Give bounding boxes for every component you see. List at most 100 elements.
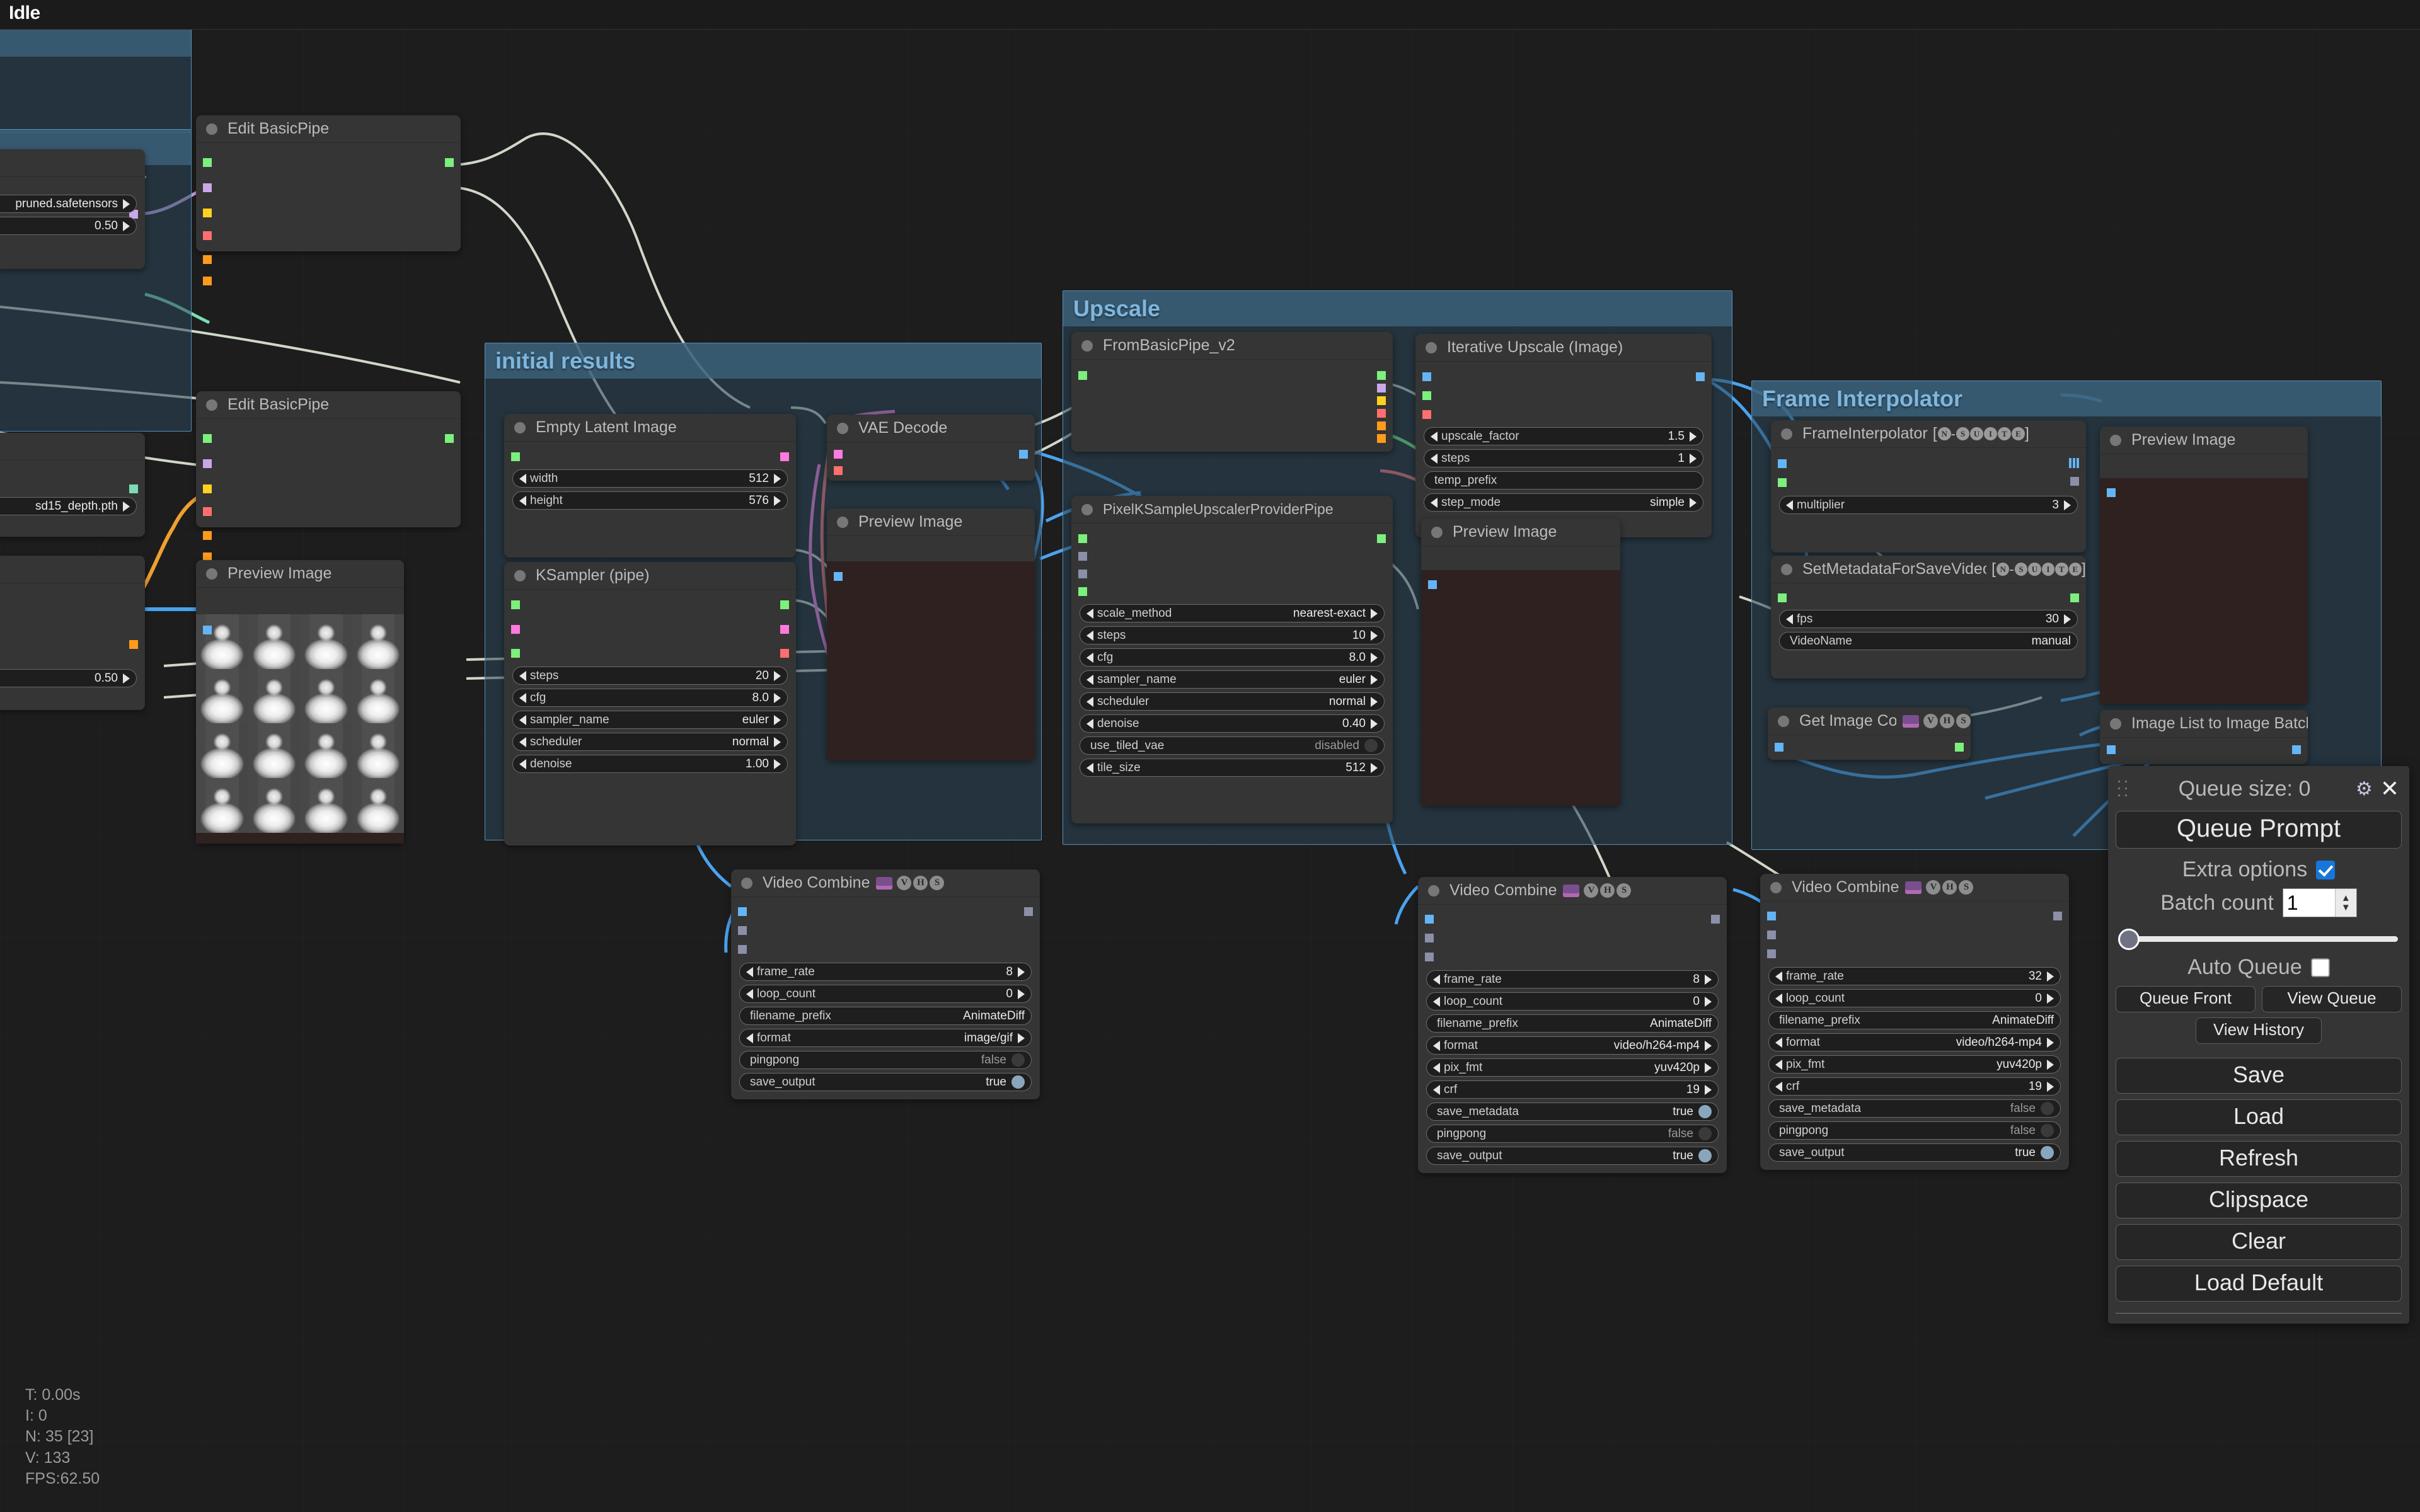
node-title-bar[interactable] <box>0 433 145 461</box>
port-output-filenames[interactable] <box>1024 907 1033 916</box>
chevron-right-icon[interactable] <box>2064 500 2071 510</box>
chevron-right-icon[interactable] <box>2047 1059 2054 1070</box>
node-get-image-count[interactable]: Get Image Count V H S <box>1768 707 1971 760</box>
chevron-left-icon[interactable] <box>1775 1059 1782 1070</box>
chevron-left-icon[interactable] <box>1433 996 1440 1007</box>
port-output-grid[interactable] <box>2069 458 2079 468</box>
load-button[interactable]: Load <box>2116 1099 2402 1135</box>
port-input-basic-pipe[interactable] <box>1078 534 1087 543</box>
port-output-vae[interactable] <box>1377 396 1386 405</box>
widget-denoise[interactable]: denoise 1.00 <box>512 755 788 773</box>
node-collapse-dot[interactable] <box>206 568 217 580</box>
node-loader-left-mid[interactable]: sd15_depth.pth <box>0 433 145 537</box>
node-title-bar[interactable]: Preview Image <box>827 508 1035 536</box>
port-input-vae[interactable] <box>203 484 212 493</box>
port-input-audio[interactable] <box>738 926 747 935</box>
chevron-right-icon[interactable] <box>1690 431 1697 442</box>
chevron-right-icon[interactable] <box>123 198 130 209</box>
port-output-filenames[interactable] <box>2053 912 2062 920</box>
chevron-right-icon[interactable] <box>774 473 781 484</box>
chevron-left-icon[interactable] <box>1086 652 1093 663</box>
refresh-button[interactable]: Refresh <box>2116 1141 2402 1177</box>
port-output-clip[interactable] <box>1377 384 1386 392</box>
widget-loop-count[interactable]: loop_count 0 <box>1768 989 2061 1007</box>
widget-height[interactable]: height 576 <box>512 491 788 510</box>
port-input-seed[interactable] <box>511 649 520 658</box>
node-collapse-dot[interactable] <box>1081 503 1093 515</box>
node-collapse-dot[interactable] <box>1778 715 1789 727</box>
chevron-right-icon[interactable] <box>774 670 781 681</box>
node-collapse-dot[interactable] <box>1426 341 1437 353</box>
port-input-ckpt[interactable] <box>1778 478 1787 487</box>
chevron-right-icon[interactable] <box>774 692 781 703</box>
node-collapse-dot[interactable] <box>837 422 848 434</box>
port-input-vae[interactable] <box>1422 410 1431 419</box>
port-input-images[interactable] <box>2107 488 2116 497</box>
auto-queue-checkbox[interactable] <box>2310 958 2330 977</box>
chevron-left-icon[interactable] <box>519 670 526 681</box>
widget-pingpong[interactable]: pingpong false <box>1426 1125 1719 1143</box>
widget-save-output[interactable]: save_output true <box>1768 1143 2061 1162</box>
chevron-right-icon[interactable] <box>1705 1062 1712 1073</box>
toggle-switch[interactable] <box>1698 1149 1712 1162</box>
node-collapse-dot[interactable] <box>741 877 752 889</box>
widget-format[interactable]: format video/h264-mp4 <box>1426 1036 1719 1055</box>
port-output-count[interactable] <box>1955 743 1964 752</box>
comfy-menu-panel[interactable]: Queue size: 0 ⚙ ✕ Queue Prompt Extra opt… <box>2108 766 2409 1324</box>
port-output-basic-pipe[interactable] <box>445 434 454 443</box>
widget-pix-fmt[interactable]: pix_fmt yuv420p <box>1426 1058 1719 1077</box>
port-input-basic-pipe[interactable] <box>203 158 212 167</box>
port-input-batch[interactable] <box>511 452 520 461</box>
node-vae-decode[interactable]: VAE Decode <box>827 415 1035 481</box>
port-input-images[interactable] <box>1428 580 1437 589</box>
node-image-list-to-image-batch[interactable]: Image List to Image Batch <box>2100 710 2308 764</box>
chevron-left-icon[interactable] <box>519 759 526 769</box>
widget-denoise[interactable]: denoise 0.40 <box>1080 714 1385 733</box>
widget-scale-method[interactable]: scale_method nearest-exact <box>1080 604 1385 622</box>
queue-front-button[interactable]: Queue Front <box>2116 986 2256 1012</box>
node-frame-interpolator[interactable]: FrameInterpolator [ N-SUITE ] multiplier… <box>1771 420 2086 553</box>
port-output-basic-pipe[interactable] <box>780 600 789 609</box>
node-collapse-dot[interactable] <box>1081 340 1093 352</box>
widget-sampler-name[interactable]: sampler_name euler <box>1080 670 1385 689</box>
chevron-left-icon[interactable] <box>1086 608 1093 619</box>
node-preview-image-left[interactable]: Preview Image <box>196 560 404 844</box>
chevron-left-icon[interactable] <box>1086 674 1093 685</box>
port-input-images[interactable] <box>738 907 747 916</box>
port-input-audio[interactable] <box>1425 934 1434 942</box>
chevron-left-icon[interactable] <box>746 1033 753 1043</box>
widget-video-name[interactable]: VideoName manual <box>1779 632 2078 650</box>
widget-filename-prefix[interactable]: filename_prefix AnimateDiff <box>1426 1014 1719 1033</box>
port-input-metadata[interactable] <box>1778 593 1787 602</box>
node-iterative-upscale-image[interactable]: Iterative Upscale (Image) upscale_factor… <box>1415 334 1712 537</box>
node-title-bar[interactable]: Empty Latent Image <box>504 414 796 442</box>
port-input-latent[interactable] <box>511 625 520 634</box>
port-output-basic-pipe[interactable] <box>445 158 454 167</box>
port-input-clip[interactable] <box>203 183 212 192</box>
widget-strength[interactable]: 0.50 <box>0 669 137 687</box>
widget-pingpong[interactable]: pingpong false <box>739 1051 1032 1069</box>
chevron-right-icon[interactable] <box>1705 1040 1712 1051</box>
batch-count-field[interactable]: ▲ ▼ <box>2282 888 2357 917</box>
clipspace-button[interactable]: Clipspace <box>2116 1183 2402 1218</box>
node-video-combine-mp4-b[interactable]: Video Combine V H S frame_rate 32 loop_c… <box>1760 874 2069 1170</box>
widget-format[interactable]: format image/gif <box>739 1029 1032 1047</box>
widget-cfg[interactable]: cfg 8.0 <box>1080 648 1385 667</box>
port-input-images[interactable] <box>1778 459 1787 468</box>
widget-scheduler[interactable]: scheduler normal <box>512 733 788 751</box>
port-output-image[interactable] <box>129 640 138 649</box>
workflow-canvas[interactable]: initial results Upscale Frame Interpolat… <box>0 30 2420 1512</box>
chevron-left-icon[interactable] <box>1775 1081 1782 1092</box>
node-title-bar[interactable]: Image List to Image Batch <box>2100 710 2308 738</box>
chevron-right-icon[interactable] <box>123 673 130 684</box>
chevron-left-icon[interactable] <box>1086 718 1093 729</box>
widget-cfg[interactable]: cfg 8.0 <box>512 689 788 707</box>
port-input-audio[interactable] <box>1767 931 1776 939</box>
node-title-bar[interactable]: Edit BasicPipe <box>196 391 461 419</box>
port-output-filenames[interactable] <box>1711 915 1720 924</box>
widget-pix-fmt[interactable]: pix_fmt yuv420p <box>1768 1055 2061 1074</box>
node-title-bar[interactable]: only <box>0 149 145 177</box>
node-collapse-dot[interactable] <box>514 570 526 581</box>
toggle-switch[interactable] <box>2041 1146 2054 1159</box>
extra-options-checkbox[interactable] <box>2316 860 2336 879</box>
